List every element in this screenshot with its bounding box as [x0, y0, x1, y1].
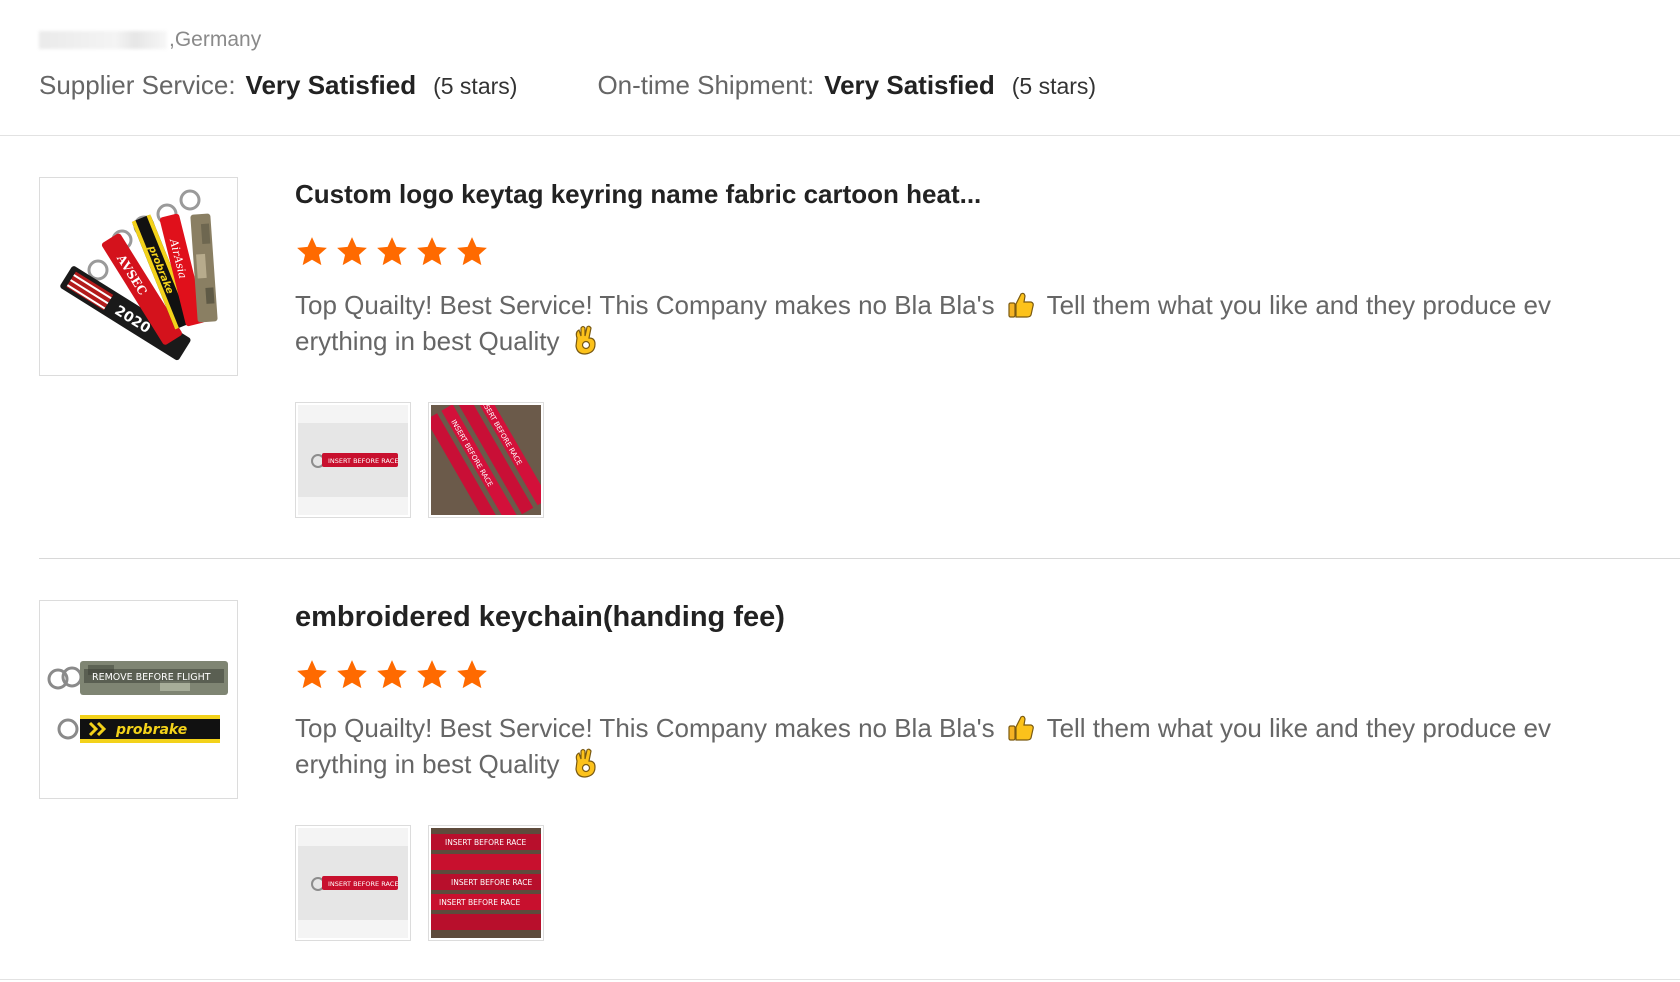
- product-image[interactable]: REMOVE BEFORE FLIGHT probrake: [39, 600, 238, 799]
- star-icon: [417, 660, 447, 689]
- reviewer-info: ,Germany: [39, 26, 261, 54]
- review-photo[interactable]: INSERT BEFORE RACE: [295, 402, 411, 518]
- review-text: Top Quailty! Best Service! This Company …: [295, 710, 1615, 782]
- on-time-shipment-value: Very Satisfied: [824, 70, 995, 100]
- section-bottom-border: [0, 979, 1680, 980]
- supplier-service-rating: Supplier Service: Very Satisfied (5 star…: [39, 70, 517, 101]
- reviewer-country: ,Germany: [169, 28, 262, 51]
- review-photo-image: INSERT BEFORE RACE: [298, 828, 408, 938]
- star-icon: [297, 660, 327, 689]
- star-icon: [457, 660, 487, 689]
- supplier-service-stars: (5 stars): [433, 73, 518, 99]
- star-icon: [337, 660, 367, 689]
- review-text: Top Quailty! Best Service! This Company …: [295, 287, 1615, 359]
- star-icon: [417, 237, 447, 266]
- product-title-link[interactable]: embroidered keychain(handing fee): [295, 600, 785, 634]
- on-time-shipment-rating: On-time Shipment: Very Satisfied (5 star…: [597, 70, 1096, 101]
- product-image[interactable]: 2020 AVSEC probrake AirAsia: [39, 177, 238, 376]
- review-text-part-1: Top Quailty! Best Service! This Company …: [295, 713, 995, 743]
- review-star-rating: [295, 658, 495, 692]
- svg-text:INSERT BEFORE RACE: INSERT BEFORE RACE: [328, 457, 398, 465]
- svg-text:INSERT BEFORE RACE: INSERT BEFORE RACE: [445, 838, 527, 847]
- review-photo-image: INSERT BEFORE RACE: [298, 405, 408, 515]
- review-photo-image: INSERT BEFORE RACE INSERT BEFORE RACE: [431, 405, 541, 515]
- svg-text:INSERT BEFORE RACE: INSERT BEFORE RACE: [328, 880, 398, 888]
- star-icon: [457, 237, 487, 266]
- star-icon: [337, 237, 367, 266]
- review-summary-header: ,Germany Supplier Service: Very Satisfie…: [0, 0, 1680, 136]
- embroidered-keychain-product-photo: REMOVE BEFORE FLIGHT probrake: [40, 601, 237, 798]
- ok-hand-emoji-icon: [575, 325, 596, 355]
- supplier-service-label: Supplier Service:: [39, 70, 236, 100]
- svg-text:INSERT BEFORE RACE: INSERT BEFORE RACE: [439, 898, 521, 907]
- review-star-rating: [295, 235, 495, 269]
- on-time-shipment-stars: (5 stars): [1011, 73, 1097, 99]
- on-time-shipment-label: On-time Shipment:: [597, 70, 815, 100]
- product-title-link[interactable]: Custom logo keytag keyring name fabric c…: [295, 177, 981, 211]
- review-photos: INSERT BEFORE RACE INSERT BEFORE RACE IN…: [295, 402, 561, 518]
- review-photos: INSERT BEFORE RACE INSERT BEFORE RACE IN…: [295, 825, 561, 941]
- reviewer-name-redacted: [39, 31, 167, 49]
- thumbs-up-emoji-icon: [1008, 292, 1034, 318]
- review-photo[interactable]: INSERT BEFORE RACE INSERT BEFORE RACE IN…: [428, 825, 544, 941]
- review-photo[interactable]: INSERT BEFORE RACE: [295, 825, 411, 941]
- svg-text:REMOVE BEFORE FLIGHT: REMOVE BEFORE FLIGHT: [92, 672, 211, 683]
- review-text-part-1: Top Quailty! Best Service! This Company …: [295, 290, 995, 320]
- star-icon: [297, 237, 327, 266]
- review-photo-image: INSERT BEFORE RACE INSERT BEFORE RACE IN…: [431, 828, 541, 938]
- keytags-product-photo: 2020 AVSEC probrake AirAsia: [40, 178, 237, 375]
- svg-text:INSERT BEFORE RACE: INSERT BEFORE RACE: [451, 878, 533, 887]
- svg-text:probrake: probrake: [115, 722, 187, 738]
- summary-ratings: Supplier Service: Very Satisfied (5 star…: [39, 70, 1096, 101]
- ok-hand-emoji-icon: [575, 748, 596, 778]
- supplier-service-value: Very Satisfied: [245, 70, 417, 100]
- star-icon: [377, 237, 407, 266]
- thumbs-up-emoji-icon: [1008, 715, 1034, 741]
- review-divider: [39, 558, 1680, 559]
- review-photo[interactable]: INSERT BEFORE RACE INSERT BEFORE RACE: [428, 402, 544, 518]
- star-icon: [377, 660, 407, 689]
